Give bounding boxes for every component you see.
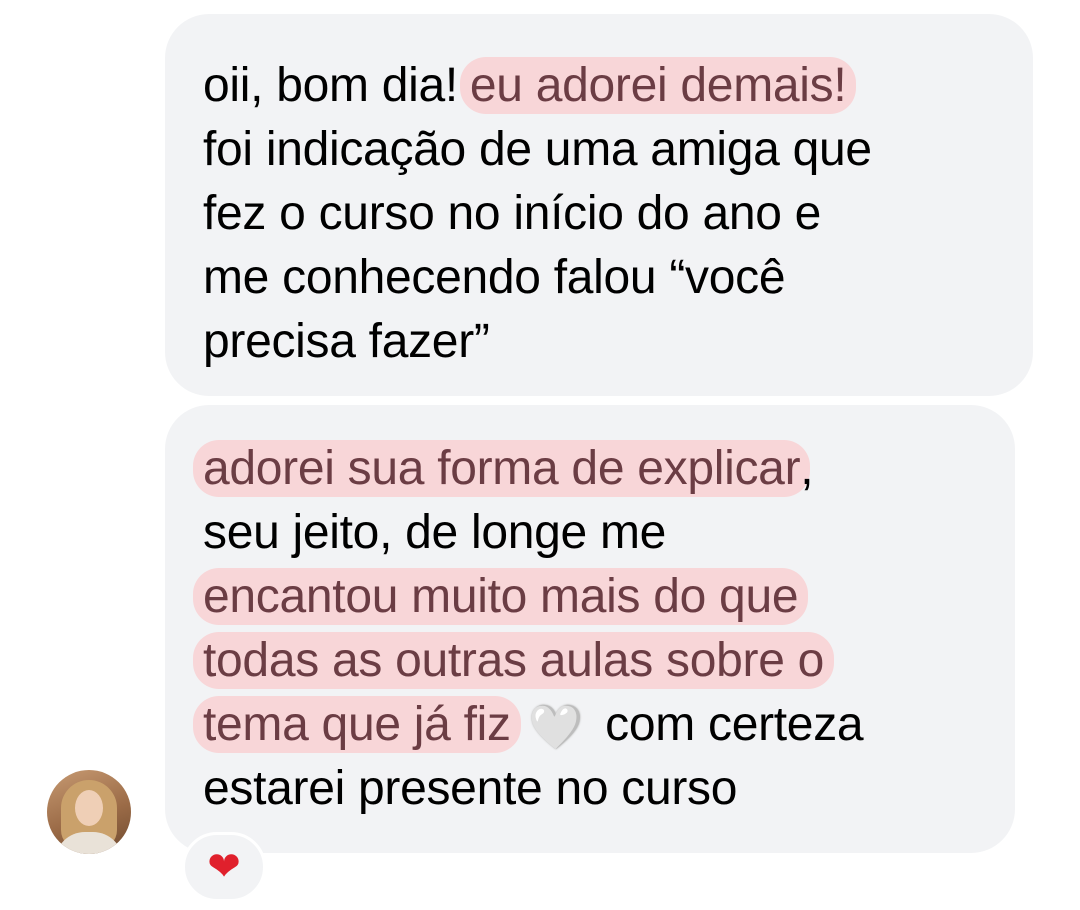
message-text: precisa fazer” (203, 315, 490, 368)
message-line: estarei presente no curso (203, 757, 995, 821)
message-line: tema que já fiz 🤍 com certeza (193, 693, 995, 757)
avatar-face (75, 790, 103, 826)
message-line: encantou muito mais do que (193, 565, 995, 629)
highlighted-text: adorei sua forma de explicar (193, 440, 811, 497)
message-text: oii, bom dia! (203, 59, 458, 112)
message-line: precisa fazer” (203, 310, 1013, 374)
highlighted-text: encantou muito mais do que (193, 568, 809, 625)
white-heart-icon: 🤍 (528, 702, 584, 753)
red-heart-icon: ❤ (207, 844, 241, 890)
message-text: estarei presente no curso (203, 762, 738, 815)
highlighted-text: todas as outras aulas sobre o (193, 632, 835, 689)
message-bubble-1[interactable]: oii, bom dia! eu adorei demais! foi indic… (165, 14, 1033, 396)
message-line: oii, bom dia! eu adorei demais! (203, 54, 1013, 118)
message-line: todas as outras aulas sobre o (193, 629, 995, 693)
reaction-badge[interactable]: ❤ (182, 832, 266, 902)
message-line: foi indicação de uma amiga que (203, 118, 1013, 182)
highlighted-text: tema que já fiz (193, 696, 521, 753)
message-line: me conhecendo falou “você (203, 246, 1013, 310)
message-line: seu jeito, de longe me (203, 501, 995, 565)
message-line: adorei sua forma de explicar, (193, 437, 995, 501)
message-text: , (800, 442, 814, 495)
message-line: fez o curso no início do ano e (203, 182, 1013, 246)
message-text: com certeza (605, 698, 864, 751)
message-bubble-2[interactable]: adorei sua forma de explicar, seu jeito,… (165, 405, 1015, 853)
message-text: foi indicação de uma amiga que (203, 123, 872, 176)
message-text: seu jeito, de longe me (203, 506, 667, 559)
message-text: fez o curso no início do ano e (203, 187, 822, 240)
user-avatar[interactable] (47, 770, 131, 854)
message-text: me conhecendo falou “você (203, 251, 786, 304)
highlighted-text: eu adorei demais! (459, 57, 857, 114)
